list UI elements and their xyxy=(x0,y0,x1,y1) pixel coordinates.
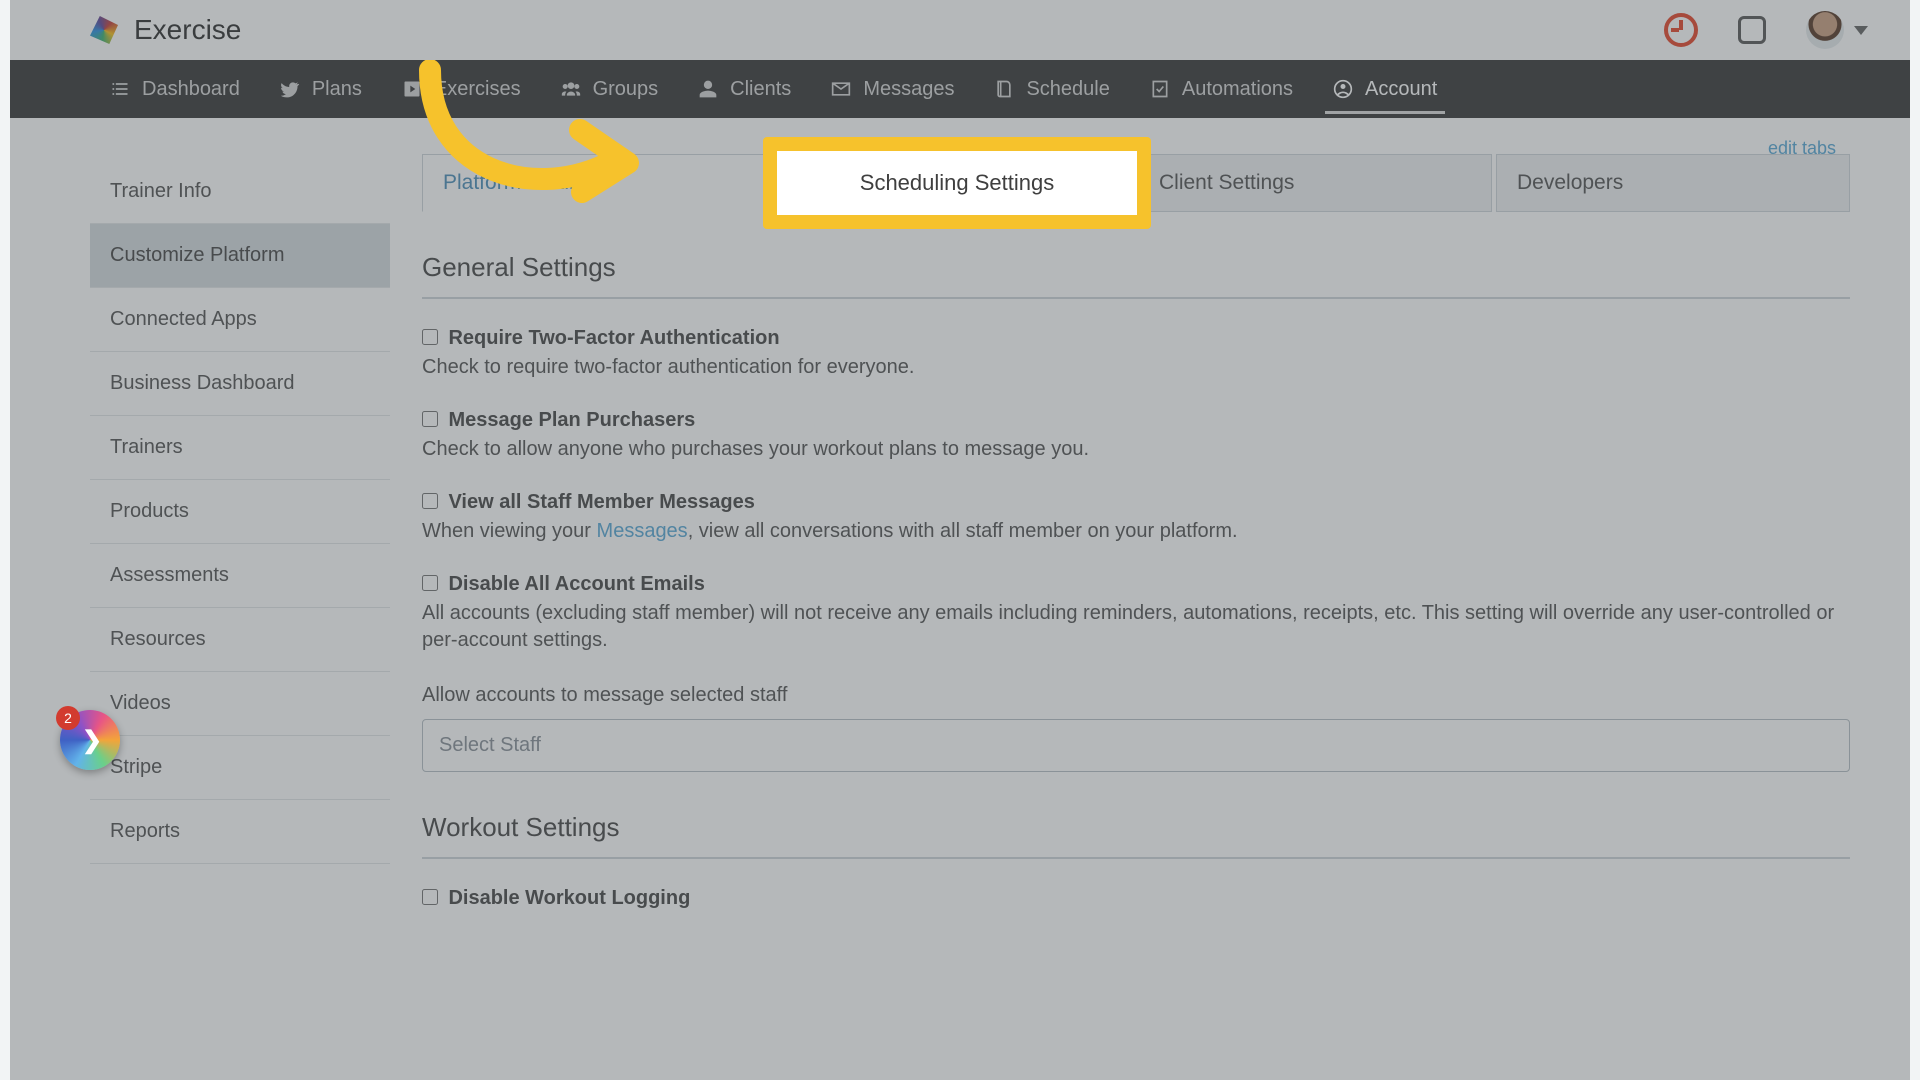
main-nav: Dashboard Plans Exercises Groups Clients… xyxy=(10,60,1910,118)
sidebar-item-stripe[interactable]: Stripe xyxy=(90,736,390,800)
page-body: Trainer Info Customize Platform Connecte… xyxy=(10,118,1910,910)
page-root: Exercise Dashboard Plans Exercises Group xyxy=(10,0,1910,1080)
nav-label: Dashboard xyxy=(142,78,240,101)
profile-menu[interactable] xyxy=(1806,11,1868,49)
two-factor-desc: Check to require two-factor authenticati… xyxy=(422,354,1850,381)
account-sidebar: Trainer Info Customize Platform Connecte… xyxy=(90,130,390,910)
disable-emails-checkbox[interactable] xyxy=(422,575,438,591)
view-staff-messages-label: View all Staff Member Messages xyxy=(448,491,754,513)
sidebar-item-trainers[interactable]: Trainers xyxy=(90,416,390,480)
message-purchasers-label: Message Plan Purchasers xyxy=(448,409,695,431)
view-staff-messages-checkbox[interactable] xyxy=(422,493,438,509)
tab-client-settings[interactable]: Client Settings xyxy=(1138,154,1492,212)
desc-post: , view all conversations with all staff … xyxy=(688,520,1238,542)
nav-label: Account xyxy=(1365,78,1437,101)
staff-select[interactable]: Select Staff xyxy=(422,719,1850,772)
divider xyxy=(422,857,1850,859)
avatar-icon xyxy=(1806,11,1844,49)
nav-automations[interactable]: Automations xyxy=(1130,60,1313,118)
chevron-down-icon xyxy=(1854,26,1868,35)
disable-emails-label: Disable All Account Emails xyxy=(448,573,704,595)
nav-messages[interactable]: Messages xyxy=(811,60,974,118)
sidebar-item-videos[interactable]: Videos xyxy=(90,672,390,736)
tab-developers[interactable]: Developers xyxy=(1496,154,1850,212)
message-purchasers-checkbox[interactable] xyxy=(422,411,438,427)
desc-pre: When viewing your xyxy=(422,520,597,542)
sidebar-item-business-dashboard[interactable]: Business Dashboard xyxy=(90,352,390,416)
nav-label: Schedule xyxy=(1026,78,1109,101)
book-icon xyxy=(994,79,1014,99)
account-icon xyxy=(1333,79,1353,99)
nav-label: Messages xyxy=(863,78,954,101)
disable-workout-logging-checkbox[interactable] xyxy=(422,889,438,905)
brand[interactable]: Exercise xyxy=(90,14,241,46)
message-purchasers-desc: Check to allow anyone who purchases your… xyxy=(422,436,1850,463)
staff-select-label: Allow accounts to message selected staff xyxy=(422,684,1850,707)
bird-icon xyxy=(280,79,300,99)
nav-label: Clients xyxy=(730,78,791,101)
option-two-factor: Require Two-Factor Authentication Check … xyxy=(422,327,1850,381)
user-icon xyxy=(698,79,718,99)
option-message-purchasers: Message Plan Purchasers Check to allow a… xyxy=(422,409,1850,463)
clock-icon[interactable] xyxy=(1664,13,1698,47)
annotation-arrow-icon xyxy=(410,60,650,230)
check-square-icon xyxy=(1150,79,1170,99)
nav-schedule[interactable]: Schedule xyxy=(974,60,1129,118)
sidebar-item-reports[interactable]: Reports xyxy=(90,800,390,864)
two-factor-label: Require Two-Factor Authentication xyxy=(448,327,779,349)
tab-scheduling-settings[interactable]: Scheduling Settings Scheduling Settings xyxy=(780,154,1134,212)
brand-logo-icon xyxy=(90,16,118,44)
nav-dashboard[interactable]: Dashboard xyxy=(90,60,260,118)
sidebar-item-resources[interactable]: Resources xyxy=(90,608,390,672)
task-icon[interactable] xyxy=(1738,16,1766,44)
mail-icon xyxy=(831,79,851,99)
disable-workout-logging-label: Disable Workout Logging xyxy=(448,887,690,909)
highlight-label: Scheduling Settings xyxy=(860,170,1054,196)
nav-label: Automations xyxy=(1182,78,1293,101)
disable-emails-desc: All accounts (excluding staff member) wi… xyxy=(422,600,1850,654)
option-disable-workout-logging: Disable Workout Logging xyxy=(422,887,1850,910)
two-factor-checkbox[interactable] xyxy=(422,329,438,345)
nav-label: Plans xyxy=(312,78,362,101)
nav-clients[interactable]: Clients xyxy=(678,60,811,118)
workout-settings-heading: Workout Settings xyxy=(422,812,1850,843)
option-disable-emails: Disable All Account Emails All accounts … xyxy=(422,573,1850,654)
sidebar-item-connected-apps[interactable]: Connected Apps xyxy=(90,288,390,352)
main-panel: edit tabs Platform Settings Scheduling S… xyxy=(390,130,1850,910)
topbar-right xyxy=(1664,11,1892,49)
help-widget[interactable]: 2 xyxy=(60,710,120,770)
view-staff-messages-desc: When viewing your Messages, view all con… xyxy=(422,518,1850,545)
edit-tabs-link[interactable]: edit tabs xyxy=(1768,138,1836,159)
sidebar-item-trainer-info[interactable]: Trainer Info xyxy=(90,160,390,224)
list-icon xyxy=(110,79,130,99)
sidebar-item-assessments[interactable]: Assessments xyxy=(90,544,390,608)
sidebar-item-customize-platform[interactable]: Customize Platform xyxy=(90,224,390,288)
brand-name: Exercise xyxy=(134,14,241,46)
divider xyxy=(422,297,1850,299)
option-view-staff-messages: View all Staff Member Messages When view… xyxy=(422,491,1850,545)
general-settings-heading: General Settings xyxy=(422,252,1850,283)
help-widget-badge: 2 xyxy=(56,706,80,730)
highlight-callout: Scheduling Settings xyxy=(763,137,1151,229)
messages-link[interactable]: Messages xyxy=(597,520,688,542)
topbar: Exercise xyxy=(10,0,1910,60)
nav-account[interactable]: Account xyxy=(1313,60,1457,118)
nav-plans[interactable]: Plans xyxy=(260,60,382,118)
sidebar-item-products[interactable]: Products xyxy=(90,480,390,544)
